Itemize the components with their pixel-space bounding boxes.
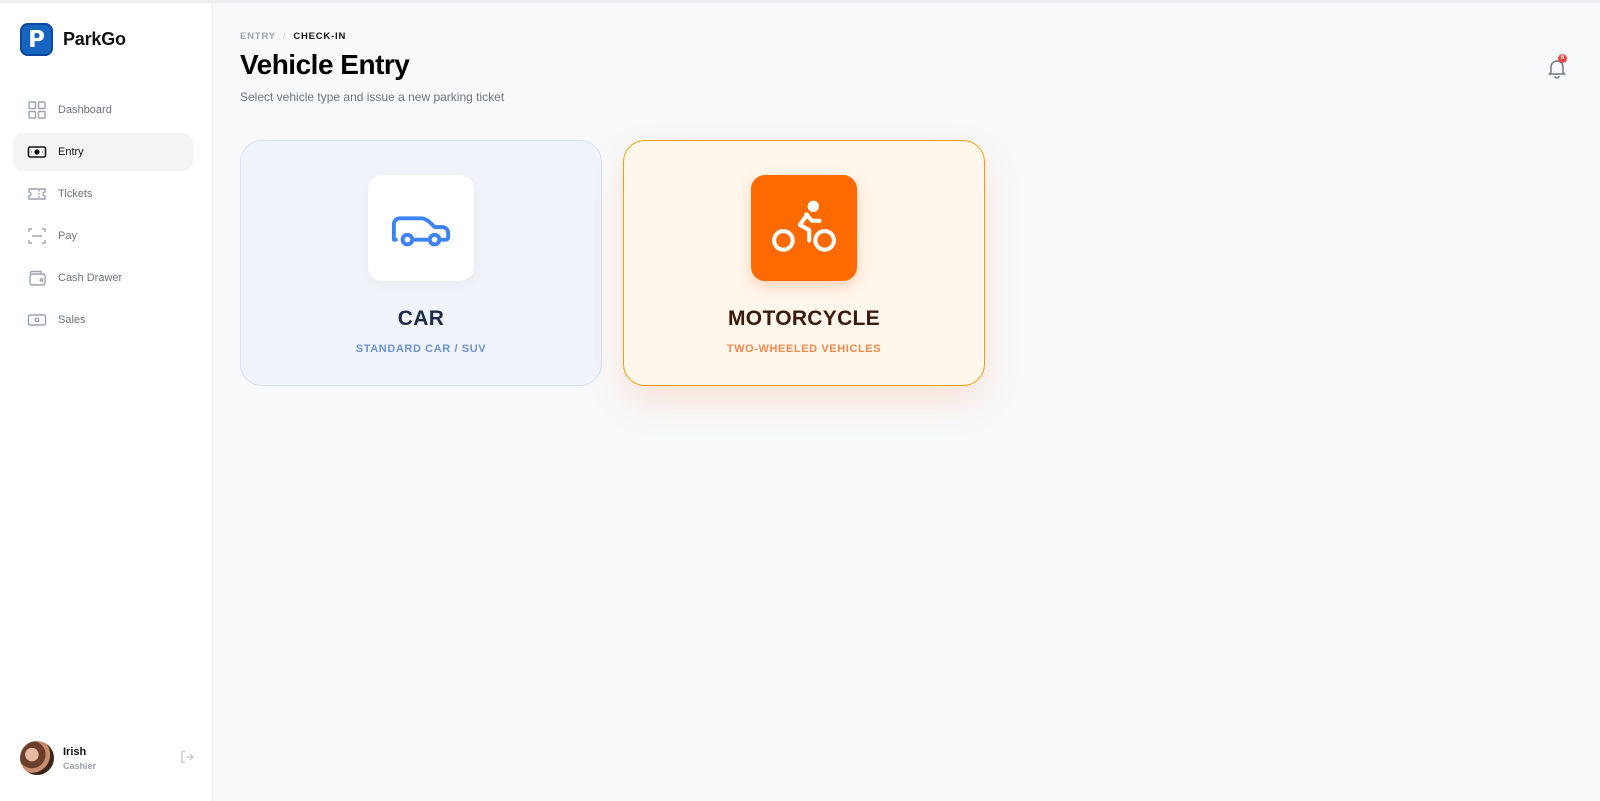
page-subtitle: Select vehicle type and issue a new park… <box>240 90 505 104</box>
sidebar-item-dashboard[interactable]: Dashboard <box>13 91 193 129</box>
parking-logo-icon: P <box>20 23 53 56</box>
sidebar: P ParkGo Dashboard Entry Tickets Pay Cas… <box>0 3 213 801</box>
avatar <box>20 741 54 775</box>
sidebar-item-cash-drawer[interactable]: Cash Drawer <box>13 259 193 297</box>
brand[interactable]: P ParkGo <box>20 23 126 56</box>
grid-icon <box>27 100 47 120</box>
vehicle-subtitle: STANDARD CAR / SUV <box>355 343 487 355</box>
sidebar-item-pay[interactable]: Pay <box>13 217 193 255</box>
car-icon-box <box>368 175 474 281</box>
logout-icon[interactable] <box>179 749 195 765</box>
sidebar-item-label: Dashboard <box>58 104 112 116</box>
vehicle-title: MOTORCYCLE <box>728 307 880 330</box>
notifications-button[interactable]: 6 <box>1546 54 1568 79</box>
user-role: Cashier <box>63 760 97 771</box>
breadcrumb-entry[interactable]: ENTRY <box>240 31 276 42</box>
sidebar-item-label: Tickets <box>58 188 93 200</box>
sidebar-item-entry[interactable]: Entry <box>13 133 193 171</box>
car-icon <box>391 216 451 247</box>
vehicle-title: CAR <box>397 307 445 330</box>
breadcrumb-check-in: CHECK-IN <box>293 31 347 42</box>
sidebar-item-label: Sales <box>58 314 86 326</box>
user-info: Irish Cashier <box>63 746 96 771</box>
vehicle-card-car[interactable]: CAR STANDARD CAR / SUV <box>240 140 602 386</box>
sidebar-item-label: Pay <box>58 230 77 242</box>
ticket-cash-icon <box>27 142 47 162</box>
app-name: ParkGo <box>63 29 126 49</box>
ticket-icon <box>27 184 47 204</box>
user-name: Irish <box>63 745 87 758</box>
scan-icon <box>27 226 47 246</box>
motorcycle-icon <box>772 200 836 252</box>
sidebar-nav: Dashboard Entry Tickets Pay Cash Drawer … <box>13 91 193 343</box>
breadcrumb: ENTRY / CHECK-IN <box>240 31 346 42</box>
page-title: Vehicle Entry <box>240 49 410 80</box>
main-content: ENTRY / CHECK-IN Vehicle Entry Select ve… <box>213 3 1600 801</box>
vehicle-card-motorcycle[interactable]: MOTORCYCLE TWO-WHEELED VEHICLES <box>623 140 985 386</box>
logo-letter: P <box>28 26 45 53</box>
sidebar-item-label: Entry <box>58 146 84 158</box>
motorcycle-icon-box <box>751 175 857 281</box>
sidebar-item-label: Cash Drawer <box>58 272 123 284</box>
sidebar-item-tickets[interactable]: Tickets <box>13 175 193 213</box>
sidebar-item-sales[interactable]: Sales <box>13 301 193 339</box>
vehicle-subtitle: TWO-WHEELED VEHICLES <box>726 343 882 355</box>
notification-badge: 6 <box>1558 54 1567 63</box>
banknote-icon <box>27 310 47 330</box>
user-profile[interactable]: Irish Cashier <box>20 740 195 776</box>
wallet-icon <box>27 268 47 288</box>
breadcrumb-separator: / <box>282 31 287 42</box>
